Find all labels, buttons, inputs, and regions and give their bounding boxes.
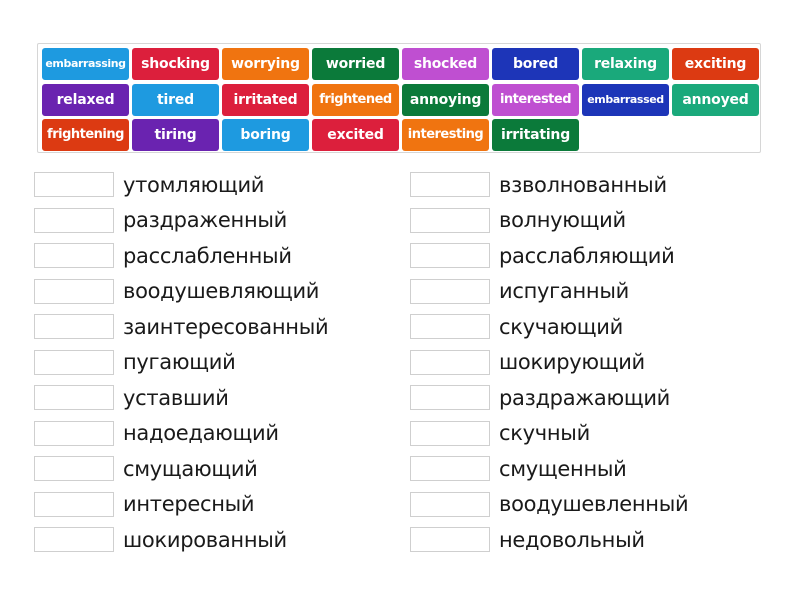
russian-word-label: утомляющий <box>123 172 265 197</box>
match-row: воодушевленный <box>410 487 689 523</box>
match-row: уставший <box>34 380 328 416</box>
drop-target-box[interactable] <box>34 527 114 553</box>
word-tile[interactable]: embarrassed <box>582 83 669 116</box>
match-row: шокированный <box>34 522 328 558</box>
russian-word-label: воодушевленный <box>499 492 689 517</box>
drop-target-box[interactable] <box>410 349 490 375</box>
drop-target-box[interactable] <box>34 456 114 482</box>
match-row: воодушевляющий <box>34 274 328 310</box>
russian-word-label: воодушевляющий <box>123 279 320 304</box>
match-row: волнующий <box>410 203 688 239</box>
drop-target-box[interactable] <box>34 243 114 269</box>
drop-target-box[interactable] <box>410 243 490 269</box>
drop-target-box[interactable] <box>34 314 114 340</box>
match-row: раздражающий <box>410 380 688 416</box>
match-row: расслабляющий <box>410 238 688 274</box>
drop-target-box[interactable] <box>410 456 490 482</box>
word-tile[interactable]: interesting <box>402 119 489 151</box>
word-tile[interactable]: tired <box>132 83 219 116</box>
match-row: расслабленный <box>34 238 328 274</box>
word-tile[interactable]: bored <box>492 48 579 80</box>
match-row: скучающий <box>410 309 688 345</box>
word-tile[interactable]: relaxing <box>582 48 669 80</box>
drop-target-box[interactable] <box>34 385 114 411</box>
russian-word-label: расслабляющий <box>499 243 675 268</box>
russian-word-label: смущающий <box>123 456 258 481</box>
drop-target-box[interactable] <box>410 207 490 233</box>
russian-word-label: скучающий <box>499 314 623 339</box>
russian-word-label: раздражающий <box>499 385 671 410</box>
word-tile[interactable]: frightened <box>312 83 399 116</box>
match-row: скучный <box>410 416 688 452</box>
russian-word-label: испуганный <box>499 279 629 304</box>
word-tile-bank: embarrassing shocking worrying worried shock… <box>37 43 761 153</box>
word-tile[interactable]: irritating <box>492 119 579 151</box>
russian-word-label: шокирующий <box>499 350 645 375</box>
russian-word-label: скучный <box>499 421 590 446</box>
match-row: шокирующий <box>410 345 688 381</box>
word-tile[interactable]: annoying <box>402 83 489 116</box>
match-row: испуганный <box>410 274 688 310</box>
match-row: взволнованный <box>410 167 688 203</box>
word-tile[interactable]: frightening <box>42 119 129 151</box>
match-row: интересный <box>34 487 328 523</box>
russian-word-label: пугающий <box>123 350 236 375</box>
russian-word-label: недовольный <box>499 527 645 552</box>
word-tile[interactable]: relaxed <box>42 83 129 116</box>
drop-target-box[interactable] <box>410 491 490 517</box>
match-row: смущающий <box>34 451 328 487</box>
drop-target-box[interactable] <box>410 278 490 304</box>
drop-target-box[interactable] <box>34 349 114 375</box>
word-tile[interactable]: shocked <box>402 48 489 80</box>
match-list-right: взволнованный волнующий расслабляющий испуг… <box>410 167 689 558</box>
russian-word-label: интересный <box>123 492 255 517</box>
drop-target-box[interactable] <box>34 207 114 233</box>
word-tile[interactable]: excited <box>312 119 399 151</box>
russian-word-label: заинтересованный <box>123 314 329 339</box>
russian-word-label: волнующий <box>499 208 626 233</box>
russian-word-label: взволнованный <box>499 172 667 197</box>
word-tile[interactable]: interested <box>492 83 579 116</box>
drop-target-box[interactable] <box>34 278 114 304</box>
drop-target-box[interactable] <box>410 172 490 198</box>
drop-target-box[interactable] <box>34 491 114 517</box>
drop-target-box[interactable] <box>34 420 114 446</box>
match-row: пугающий <box>34 345 328 381</box>
match-row: заинтересованный <box>34 309 329 345</box>
match-row: смущенный <box>410 451 688 487</box>
russian-word-label: шокированный <box>123 527 287 552</box>
word-tile[interactable]: worried <box>312 48 399 80</box>
match-row: утомляющий <box>34 167 328 203</box>
russian-word-label: уставший <box>123 385 229 410</box>
match-row: недовольный <box>410 522 688 558</box>
drop-target-box[interactable] <box>410 527 490 553</box>
word-tile[interactable]: exciting <box>672 48 759 80</box>
word-tile[interactable]: shocking <box>132 48 219 80</box>
russian-word-label: смущенный <box>499 456 627 481</box>
word-tile[interactable]: embarrassing <box>42 48 129 80</box>
match-list-left: утомляющий раздраженный расслабленный вооду… <box>34 167 329 558</box>
match-row: надоедающий <box>34 416 328 452</box>
russian-word-label: раздраженный <box>123 208 288 233</box>
russian-word-label: расслабленный <box>123 243 292 268</box>
drop-target-box[interactable] <box>410 385 490 411</box>
word-tile[interactable]: worrying <box>222 48 309 80</box>
russian-word-label: надоедающий <box>123 421 279 446</box>
word-tile[interactable]: annoyed <box>672 83 759 116</box>
drop-target-box[interactable] <box>34 172 114 198</box>
drop-target-box[interactable] <box>410 314 490 340</box>
word-tile[interactable]: irritated <box>222 83 309 116</box>
word-tile[interactable]: boring <box>222 119 309 151</box>
drop-target-box[interactable] <box>410 420 490 446</box>
match-row: раздраженный <box>34 203 328 239</box>
word-tile[interactable]: tiring <box>132 119 219 151</box>
